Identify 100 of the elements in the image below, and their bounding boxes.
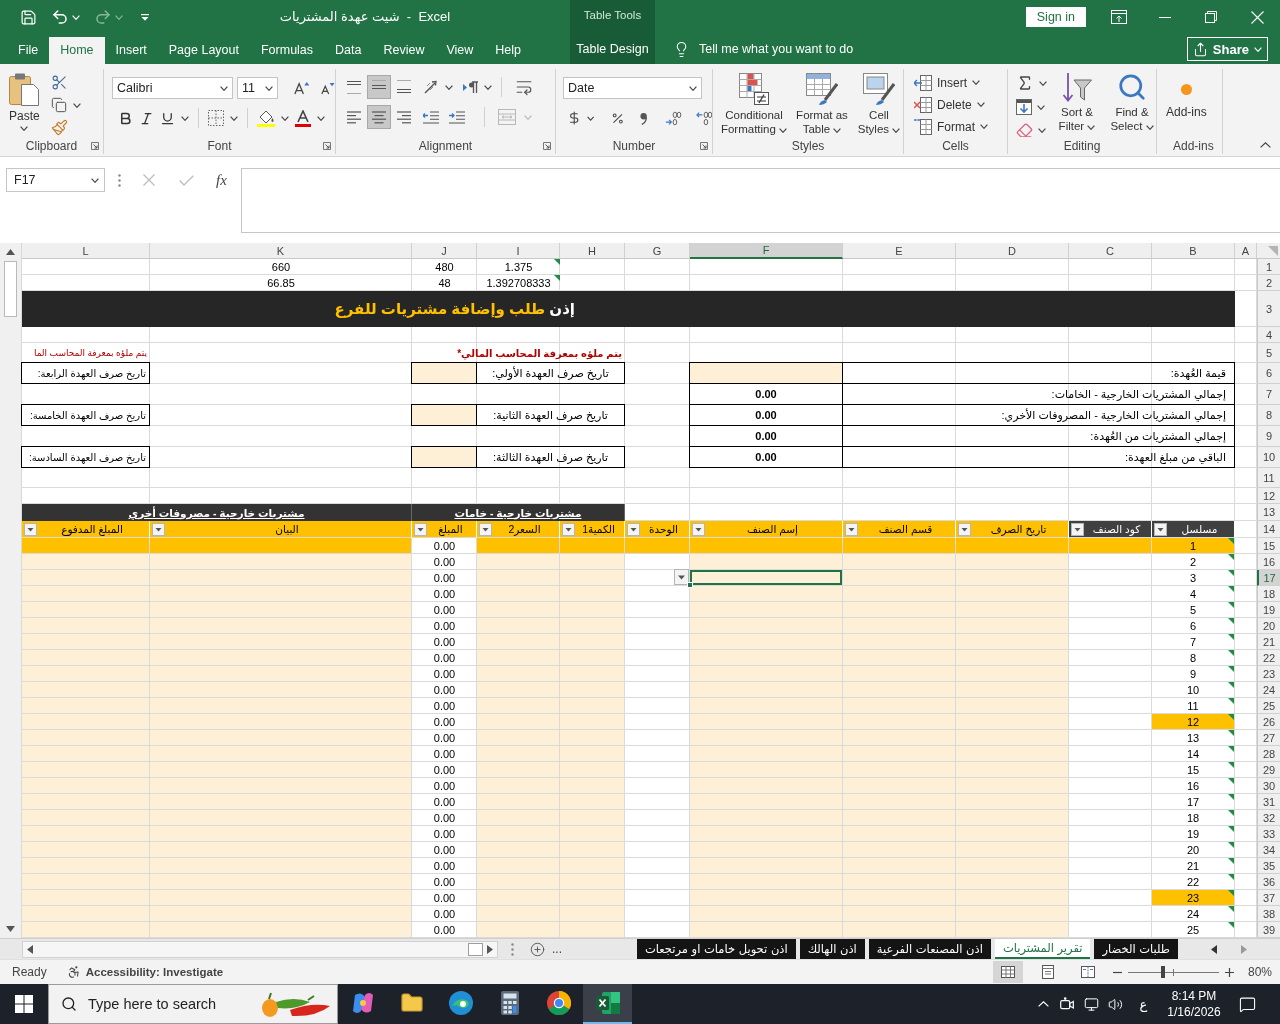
table-cell[interactable] [477,714,560,730]
table-cell[interactable] [843,778,956,794]
row-header[interactable]: 33 [1257,826,1280,842]
ribbon-tab[interactable]: Table Design [570,34,655,64]
scroll-left-icon[interactable] [27,944,33,954]
scrollbar-thumb[interactable] [4,261,17,317]
table-cell[interactable] [690,634,843,650]
normal-view-icon[interactable] [1000,966,1015,978]
table-cell[interactable] [560,682,625,698]
filter-dropdown-icon[interactable] [1154,522,1167,536]
table-cell[interactable] [477,538,560,554]
column-header[interactable]: L [22,243,150,259]
increase-decimal-icon[interactable] [665,110,682,126]
language-indicator[interactable]: ع [1139,996,1148,1012]
ribbon-tab[interactable]: Home [49,37,105,64]
table-cell[interactable] [560,794,625,810]
table-cell[interactable] [477,810,560,826]
table-cell[interactable] [690,698,843,714]
table-cell[interactable] [843,538,956,554]
scroll-up-icon[interactable] [6,249,15,255]
sheet-tab[interactable]: طلبات الخضار [1094,939,1178,959]
column-header[interactable]: A [1235,243,1257,259]
table-cell[interactable] [690,842,843,858]
date-input-field[interactable] [411,404,477,426]
browser-icon[interactable] [546,991,571,1015]
row-header[interactable]: 35 [1257,858,1280,874]
bottom-align-icon[interactable] [397,80,411,94]
table-cell[interactable] [843,762,956,778]
row-header[interactable]: 3 [1257,291,1280,327]
table-cell[interactable] [843,874,956,890]
table-cell[interactable] [477,650,560,666]
filter-dropdown-icon[interactable] [958,522,971,536]
row-header[interactable]: 39 [1257,922,1280,938]
ribbon-tab[interactable]: Review [372,37,436,64]
table-cell[interactable] [477,794,560,810]
table-cell[interactable] [150,570,412,586]
row-header[interactable]: 26 [1257,714,1280,730]
table-cell[interactable] [560,874,625,890]
table-cell[interactable] [956,874,1069,890]
row-header[interactable]: 38 [1257,906,1280,922]
table-cell[interactable] [560,650,625,666]
table-cell[interactable] [843,906,956,922]
date-input-field[interactable] [411,362,477,384]
table-cell[interactable] [956,682,1069,698]
insert-cells-icon[interactable] [914,74,932,91]
align-right-icon[interactable] [397,110,411,124]
table-cell[interactable] [560,538,625,554]
cut-icon[interactable] [50,74,68,91]
row-header[interactable]: 8 [1257,405,1280,426]
ribbon-tab[interactable]: Insert [104,37,158,64]
row-header[interactable]: 16 [1257,554,1280,570]
table-cell[interactable] [956,778,1069,794]
row-header[interactable]: 21 [1257,634,1280,650]
number-format-combobox[interactable]: Date [563,77,702,99]
table-cell[interactable] [690,858,843,874]
table-cell[interactable] [690,650,843,666]
table-cell[interactable] [956,602,1069,618]
table-cell[interactable] [843,842,956,858]
dialog-launcher-icon[interactable] [543,141,551,150]
format-button[interactable]: Format [914,116,1007,137]
more-sheets-button[interactable]: ... [548,942,566,956]
table-cell[interactable] [22,634,150,650]
table-cell[interactable] [150,906,412,922]
caret-icon[interactable] [230,115,238,121]
row-header[interactable]: 32 [1257,810,1280,826]
clock-date[interactable]: 1/16/2026 [1167,1005,1221,1019]
caret-icon[interactable] [317,115,325,121]
table-cell[interactable] [956,538,1069,554]
ribbon-tab[interactable]: Formulas [249,37,325,64]
table-cell[interactable] [150,730,412,746]
delete-cells-icon[interactable] [914,96,932,113]
table-cell[interactable] [477,858,560,874]
caret-icon[interactable] [484,84,492,90]
row-header[interactable]: 36 [1257,874,1280,890]
input-field[interactable] [689,362,843,384]
sort-filter-button[interactable]: Sort & Filter [1052,69,1102,137]
table-cell[interactable] [690,586,843,602]
conditional-formatting-button[interactable]: Conditional Formatting [718,70,790,137]
column-header[interactable]: J [412,243,477,259]
table-cell[interactable] [956,794,1069,810]
table-cell[interactable] [560,810,625,826]
row-header[interactable]: 19 [1257,602,1280,618]
caret-icon[interactable] [220,85,228,91]
table-cell[interactable] [956,730,1069,746]
formula-input-field[interactable] [240,168,1280,233]
accessibility-icon[interactable] [66,965,81,979]
align-center-icon[interactable] [372,110,386,124]
decrease-decimal-icon[interactable] [695,110,712,126]
close-icon[interactable] [1250,10,1264,24]
row-header[interactable]: 14 [1257,521,1280,538]
table-cell[interactable] [843,666,956,682]
table-cell[interactable] [22,650,150,666]
fill-handle[interactable] [687,582,693,588]
table-cell[interactable] [690,682,843,698]
table-cell[interactable] [690,746,843,762]
filter-dropdown-icon[interactable] [24,522,37,536]
previous-sheet-icon[interactable] [1211,944,1217,954]
table-cell[interactable] [560,762,625,778]
table-cell[interactable] [477,778,560,794]
table-cell[interactable] [843,858,956,874]
